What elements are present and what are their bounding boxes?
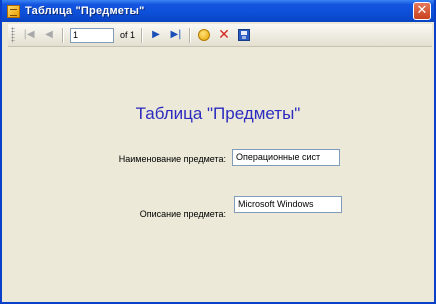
app-icon	[7, 4, 20, 18]
name-label: Наименование предмета:	[118, 154, 226, 164]
move-first-button[interactable]: |◀	[21, 27, 37, 43]
description-field[interactable]: Microsoft Windows	[234, 196, 342, 213]
move-next-icon: ▶	[152, 29, 160, 40]
form-window: Таблица "Предметы" ✕ |◀ ◀ 1 of 1 ▶ ▶| ✕	[0, 0, 436, 304]
add-new-icon	[198, 29, 211, 41]
move-previous-button[interactable]: ◀	[41, 27, 57, 43]
toolbar-grip[interactable]	[11, 27, 15, 43]
position-input[interactable]: 1	[70, 27, 114, 43]
toolbar-separator	[141, 27, 144, 43]
save-button[interactable]	[236, 27, 252, 43]
form-heading: Таблица "Предметы"	[135, 104, 301, 123]
name-field[interactable]: Операционные сист	[232, 149, 340, 166]
count-label: of 1	[120, 30, 136, 40]
move-first-icon: |◀	[23, 29, 35, 40]
move-last-button[interactable]: ▶|	[168, 27, 184, 43]
close-button[interactable]: ✕	[413, 2, 431, 20]
move-previous-icon: ◀	[45, 29, 53, 40]
delete-button[interactable]: ✕	[216, 27, 232, 43]
toolbar-separator	[62, 27, 64, 43]
move-next-button[interactable]: ▶	[148, 27, 164, 43]
move-last-icon: ▶|	[170, 29, 182, 40]
title-bar[interactable]: Таблица "Предметы" ✕	[2, 0, 434, 22]
save-icon	[238, 29, 251, 41]
window-title: Таблица "Предметы"	[25, 5, 145, 17]
toolbar-separator	[189, 27, 192, 43]
description-label: Описание предмета:	[139, 209, 226, 219]
add-new-button[interactable]	[196, 27, 212, 43]
binding-navigator: |◀ ◀ 1 of 1 ▶ ▶| ✕	[8, 24, 432, 47]
delete-icon: ✕	[218, 27, 230, 43]
close-icon: ✕	[416, 3, 428, 18]
